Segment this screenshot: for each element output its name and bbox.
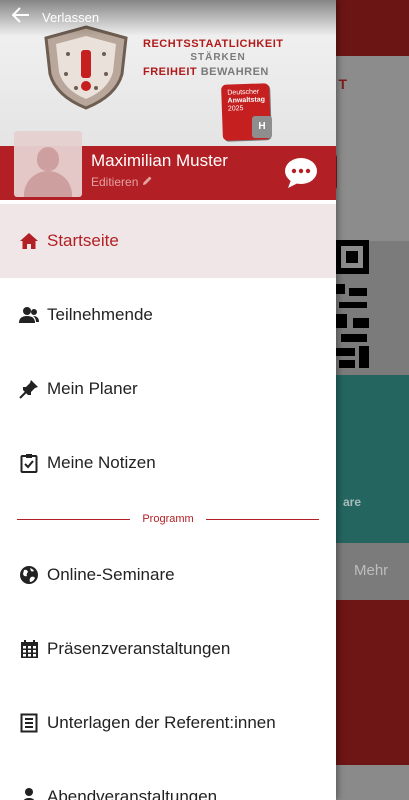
shield-logo-icon xyxy=(44,25,128,110)
logo-line-3-grey: BEWAHREN xyxy=(200,66,269,78)
menu-label: Abendveranstaltungen xyxy=(47,787,218,800)
menu-item-teilnehmende[interactable]: Teilnehmende xyxy=(0,278,336,352)
avatar-head xyxy=(37,147,59,171)
clipboard-check-icon xyxy=(18,452,40,474)
menu-label: Teilnehmende xyxy=(47,305,153,324)
badge-emblem-icon: H xyxy=(252,116,272,138)
background-teal-label: are xyxy=(343,495,362,509)
home-icon xyxy=(18,230,40,252)
drawer-header: RECHTSSTAATLICHKEIT STÄRKEN FREIHEIT BEW… xyxy=(0,0,336,200)
logo-line-2: STÄRKEN xyxy=(190,52,246,63)
more-tab: Mehr xyxy=(354,562,389,579)
drawer-menu: Startseite Teilnehmende Mein Planer Mein… xyxy=(0,204,336,800)
back-label: Verlassen xyxy=(42,9,100,25)
menu-item-unterlagen[interactable]: Unterlagen der Referent:innen xyxy=(0,686,336,760)
pencil-icon xyxy=(142,175,153,189)
logo-line-3: FREIHEIT BEWAHREN xyxy=(143,66,293,78)
menu-label: Mein Planer xyxy=(47,379,138,398)
qr-code xyxy=(335,240,375,370)
logo-line-3-red: FREIHEIT xyxy=(143,66,198,78)
navigation-drawer: RECHTSSTAATLICHKEIT STÄRKEN FREIHEIT BEW… xyxy=(0,0,336,800)
menu-label: Präsenzveranstaltungen xyxy=(47,639,231,658)
menu-item-mein-planer[interactable]: Mein Planer xyxy=(0,352,336,426)
user-name: Maximilian Muster xyxy=(91,151,228,170)
arrow-left-icon xyxy=(11,6,30,28)
avatar-body xyxy=(24,171,72,197)
menu-item-startseite[interactable]: Startseite xyxy=(0,204,336,278)
section-divider-programm: Programm xyxy=(0,500,336,538)
logo-line-1: RECHTSSTAATLICHKEIT xyxy=(143,38,284,50)
edit-profile-link[interactable]: Editieren xyxy=(91,175,153,189)
people-icon xyxy=(18,304,40,326)
background-hero-text: T xyxy=(338,76,347,92)
chat-button[interactable] xyxy=(283,156,319,190)
globe-icon xyxy=(18,564,40,586)
divider-line xyxy=(205,518,319,520)
badge-line-3: 2025 xyxy=(227,105,244,113)
menu-label: Unterlagen der Referent:innen xyxy=(47,713,276,732)
event-logo-text: RECHTSSTAATLICHKEIT STÄRKEN FREIHEIT BEW… xyxy=(143,38,293,78)
menu-label: Meine Notizen xyxy=(47,453,156,472)
menu-item-online-seminare[interactable]: Online-Seminare xyxy=(0,538,336,612)
badge-line-2: Anwaltstag xyxy=(227,96,266,105)
calendar-icon xyxy=(18,638,40,660)
chat-bubble-icon xyxy=(285,158,317,188)
menu-label: Startseite xyxy=(47,231,119,250)
menu-item-abendveranstaltungen[interactable]: Abendveranstaltungen xyxy=(0,760,336,800)
menu-item-praesenzveranstaltungen[interactable]: Präsenzveranstaltungen xyxy=(0,612,336,686)
divider-line xyxy=(17,518,131,520)
menu-item-meine-notizen[interactable]: Meine Notizen xyxy=(0,426,336,500)
avatar[interactable] xyxy=(14,131,82,197)
back-button[interactable]: Verlassen xyxy=(11,4,100,30)
document-icon xyxy=(18,712,40,734)
menu-label: Online-Seminare xyxy=(47,565,175,584)
edit-label: Editieren xyxy=(91,175,139,189)
person-icon xyxy=(18,786,40,800)
section-title: Programm xyxy=(142,513,194,525)
pin-icon xyxy=(18,378,40,400)
